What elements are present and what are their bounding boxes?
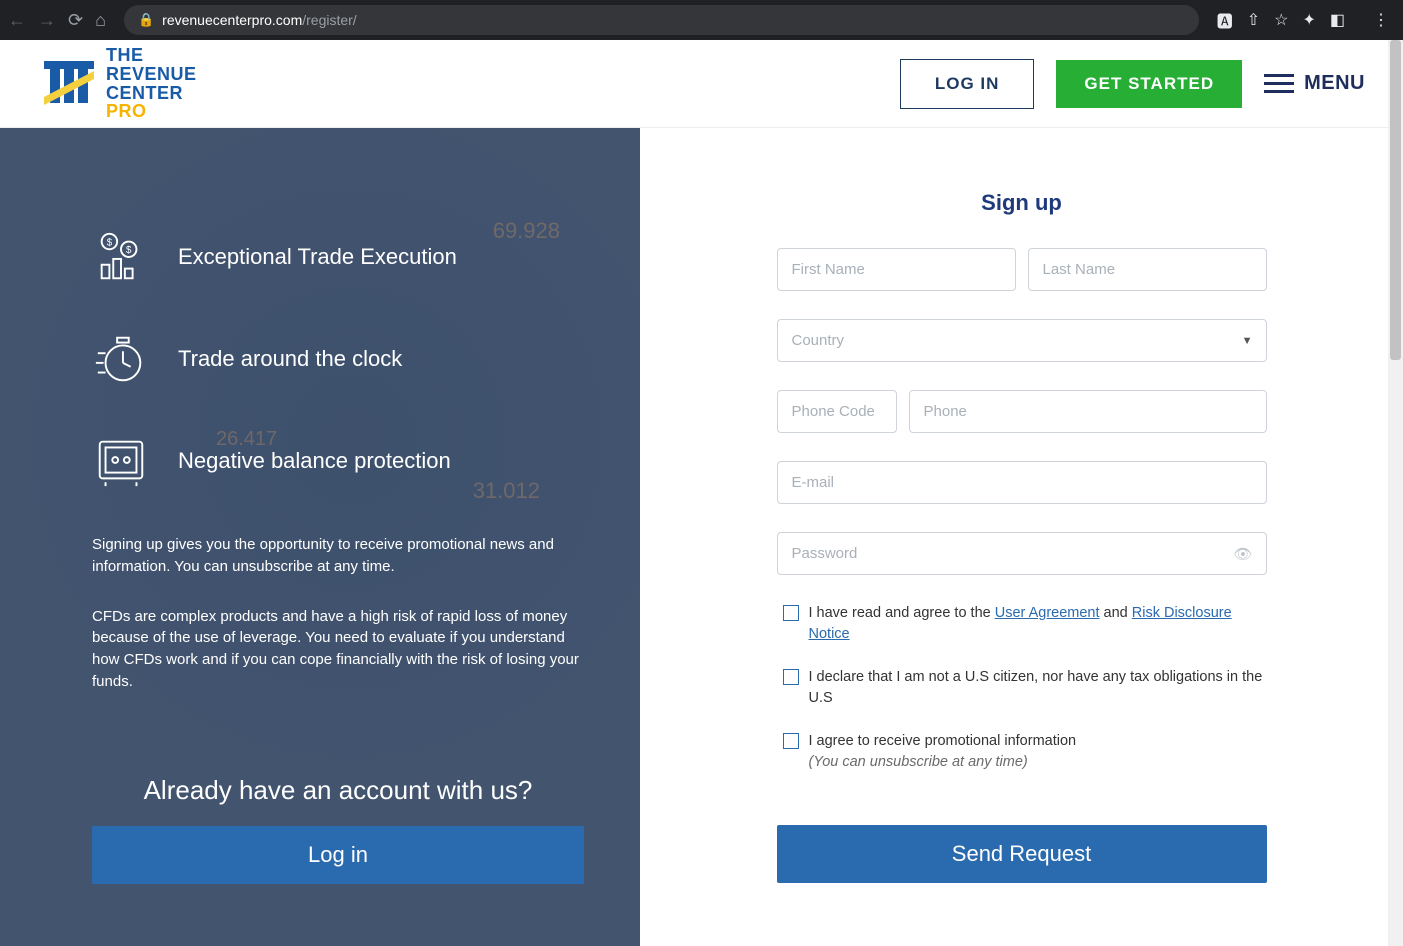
logo-text: THE REVENUE CENTER PRO (106, 46, 197, 122)
home-icon[interactable]: ⌂ (95, 10, 106, 31)
phone-field[interactable] (909, 390, 1267, 433)
money-chart-icon: $ $ (92, 228, 150, 286)
logo-icon (38, 53, 100, 115)
panel-icon[interactable]: ◧ (1330, 10, 1345, 30)
svg-text:$: $ (107, 237, 113, 248)
agree-terms-checkbox[interactable] (783, 605, 799, 621)
decorative-number: 26.417 (216, 428, 277, 451)
get-started-button[interactable]: GET STARTED (1056, 60, 1242, 108)
svg-text:$: $ (126, 245, 132, 256)
us-citizen-text: I declare that I am not a U.S citizen, n… (809, 667, 1267, 709)
user-agreement-link[interactable]: User Agreement (995, 605, 1100, 621)
promo-text: I agree to receive promotional informati… (809, 731, 1077, 752)
menu-button[interactable]: MENU (1264, 72, 1365, 95)
already-account-block: Already have an account with us? Log in (92, 775, 584, 884)
feature-protection: Negative balance protection (92, 432, 584, 490)
send-request-button[interactable]: Send Request (777, 825, 1267, 883)
hamburger-icon (1264, 74, 1294, 93)
reload-icon[interactable]: ⟳ (68, 10, 83, 31)
share-icon[interactable]: ⇧ (1247, 10, 1260, 30)
promo-subtext: (You can unsubscribe at any time) (809, 752, 1077, 773)
site-logo[interactable]: THE REVENUE CENTER PRO (38, 46, 197, 122)
menu-label: MENU (1304, 72, 1365, 95)
left-panel: 26.417 $ $ Exceptional Trade Execution (0, 128, 640, 946)
agree-terms-row: I have read and agree to the User Agreem… (783, 603, 1267, 645)
us-citizen-checkbox[interactable] (783, 669, 799, 685)
scrollbar[interactable] (1388, 40, 1403, 946)
url-text: revenuecenterpro.com/register/ (162, 12, 357, 28)
login-button[interactable]: LOG IN (900, 59, 1035, 109)
translate-icon[interactable]: 🅰 (1217, 8, 1233, 32)
eye-icon[interactable]: 👁 (1233, 545, 1252, 563)
main-content: 26.417 $ $ Exceptional Trade Execution (0, 128, 1403, 946)
lock-icon: 🔒 (138, 12, 154, 28)
left-login-button[interactable]: Log in (92, 826, 584, 884)
already-title: Already have an account with us? (92, 775, 584, 806)
promo-checkbox[interactable] (783, 733, 799, 749)
promo-row: I agree to receive promotional informati… (783, 731, 1267, 773)
us-citizen-row: I declare that I am not a U.S citizen, n… (783, 667, 1267, 709)
password-field[interactable] (777, 532, 1267, 575)
feature-title: Exceptional Trade Execution (178, 244, 457, 270)
feature-title: Negative balance protection (178, 448, 451, 474)
first-name-field[interactable] (777, 248, 1016, 291)
last-name-field[interactable] (1028, 248, 1267, 291)
back-icon[interactable]: ← (8, 10, 26, 31)
agree-terms-text: I have read and agree to the (809, 605, 995, 621)
promo-info-text: Signing up gives you the opportunity to … (92, 534, 584, 578)
site-header: THE REVENUE CENTER PRO LOG IN GET STARTE… (0, 40, 1403, 128)
scrollbar-thumb[interactable] (1390, 40, 1401, 360)
phone-code-field[interactable] (777, 390, 897, 433)
star-icon[interactable]: ☆ (1274, 10, 1288, 30)
feature-clock: Trade around the clock (92, 330, 584, 388)
email-field[interactable] (777, 461, 1267, 504)
forward-icon[interactable]: → (38, 10, 56, 31)
kebab-icon[interactable]: ⋮ (1373, 10, 1389, 30)
browser-chrome: ← → ⟳ ⌂ 🔒 revenuecenterpro.com/register/… (0, 0, 1403, 40)
signup-form: Sign up ▼ 👁 (777, 190, 1267, 883)
form-title: Sign up (777, 190, 1267, 216)
cfd-risk-text: CFDs are complex products and have a hig… (92, 606, 584, 693)
feature-title: Trade around the clock (178, 346, 402, 372)
extensions-icon[interactable]: ✦ (1302, 10, 1315, 30)
feature-execution: $ $ Exceptional Trade Execution (92, 228, 584, 286)
safe-icon (92, 432, 150, 490)
country-select[interactable] (777, 319, 1267, 362)
right-panel: Sign up ▼ 👁 (640, 128, 1403, 946)
address-bar[interactable]: 🔒 revenuecenterpro.com/register/ (124, 5, 1199, 35)
stopwatch-icon (92, 330, 150, 388)
